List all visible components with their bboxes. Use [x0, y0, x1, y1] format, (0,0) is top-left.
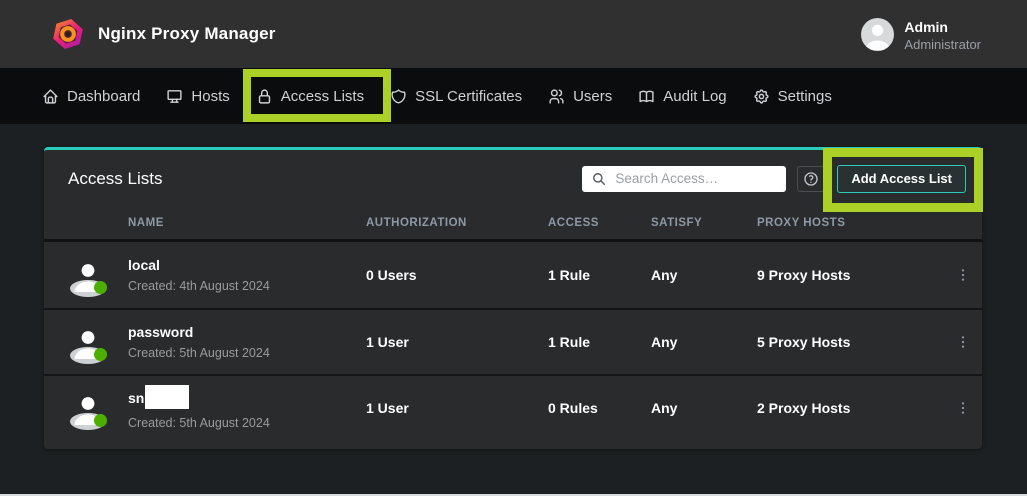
search-input[interactable]	[615, 171, 778, 186]
app-window: Nginx Proxy Manager Admin Administrator …	[0, 0, 1027, 496]
created-date: Created: 5th August 2024	[128, 346, 270, 360]
table-row[interactable]: local Created: 4th August 2024 0 Users 1…	[44, 242, 982, 308]
nav-label: Access Lists	[281, 88, 364, 105]
add-access-list-button[interactable]: Add Access List	[837, 165, 966, 193]
top-header: Nginx Proxy Manager Admin Administrator	[0, 0, 1027, 68]
nav-item-users[interactable]: Users	[535, 68, 625, 124]
nav-label: Users	[573, 88, 612, 105]
proxy-hosts-value: 2 Proxy Hosts	[757, 400, 948, 416]
proxy-hosts-value: 9 Proxy Hosts	[757, 267, 948, 283]
app-logo-icon	[50, 16, 86, 52]
column-header-satisfy: SATISFY	[651, 217, 757, 229]
nav-item-access-lists[interactable]: Access Lists	[243, 68, 377, 124]
satisfy-value: Any	[651, 267, 757, 283]
shield-icon	[390, 88, 407, 105]
access-value: 0 Rules	[548, 400, 651, 416]
nav-item-ssl-certificates[interactable]: SSL Certificates	[377, 68, 535, 124]
avatar	[70, 257, 106, 293]
row-menu-button[interactable]	[951, 396, 975, 420]
app-title: Nginx Proxy Manager	[98, 24, 276, 44]
panel-header: Access Lists Add Access List	[44, 150, 982, 207]
column-header-authorization: AUTHORIZATION	[366, 217, 548, 229]
column-header-proxy-hosts: PROXY HOSTS	[757, 217, 948, 229]
status-online-dot	[94, 414, 107, 427]
authorization-value: 0 Users	[366, 267, 548, 283]
redaction-box	[145, 385, 189, 409]
kebab-menu-icon	[955, 267, 971, 283]
authorization-value: 1 User	[366, 400, 548, 416]
avatar	[70, 390, 106, 426]
nav-label: Audit Log	[663, 88, 726, 105]
help-button[interactable]	[797, 166, 825, 192]
user-name: Admin	[904, 20, 981, 34]
home-icon	[42, 88, 59, 105]
row-menu-button[interactable]	[951, 330, 975, 354]
gear-icon	[753, 88, 770, 105]
user-role: Administrator	[904, 38, 981, 51]
authorization-value: 1 User	[366, 334, 548, 350]
created-date: Created: 4th August 2024	[128, 279, 270, 293]
nav-label: SSL Certificates	[415, 88, 522, 105]
status-online-dot	[94, 281, 107, 294]
users-icon	[548, 88, 565, 105]
access-list-name: local	[128, 257, 270, 274]
access-lists-panel: Access Lists Add Access List NAME AUTHOR…	[44, 147, 982, 449]
access-list-name: password	[128, 324, 270, 341]
nav-label: Hosts	[191, 88, 229, 105]
page-title: Access Lists	[68, 169, 162, 189]
column-header-access: ACCESS	[548, 217, 651, 229]
search-box	[582, 166, 786, 192]
access-value: 1 Rule	[548, 267, 651, 283]
monitor-icon	[166, 88, 183, 105]
avatar	[70, 324, 106, 360]
nav-label: Settings	[778, 88, 832, 105]
nav-item-settings[interactable]: Settings	[740, 68, 845, 124]
access-list-name: sn	[128, 387, 270, 411]
nav-item-hosts[interactable]: Hosts	[153, 68, 242, 124]
access-value: 1 Rule	[548, 334, 651, 350]
user-avatar	[861, 18, 894, 51]
column-header-name: NAME	[44, 217, 366, 229]
nav-item-dashboard[interactable]: Dashboard	[29, 68, 153, 124]
created-date: Created: 5th August 2024	[128, 416, 270, 430]
nav-label: Dashboard	[67, 88, 140, 105]
satisfy-value: Any	[651, 334, 757, 350]
table-row[interactable]: sn Created: 5th August 2024 1 User 0 Rul…	[44, 374, 982, 440]
book-icon	[638, 88, 655, 105]
user-menu[interactable]: Admin Administrator	[861, 18, 981, 51]
row-menu-button[interactable]	[951, 263, 975, 287]
lock-icon	[256, 88, 273, 105]
kebab-menu-icon	[955, 400, 971, 416]
nav-item-audit-log[interactable]: Audit Log	[625, 68, 739, 124]
table-header: NAME AUTHORIZATION ACCESS SATISFY PROXY …	[44, 207, 982, 242]
main-nav: Dashboard Hosts Access Lists SSL Certifi…	[0, 68, 1027, 124]
kebab-menu-icon	[955, 334, 971, 350]
status-online-dot	[94, 348, 107, 361]
search-icon	[592, 172, 606, 186]
help-icon	[803, 171, 819, 187]
proxy-hosts-value: 5 Proxy Hosts	[757, 334, 948, 350]
table-row[interactable]: password Created: 5th August 2024 1 User…	[44, 308, 982, 374]
satisfy-value: Any	[651, 400, 757, 416]
